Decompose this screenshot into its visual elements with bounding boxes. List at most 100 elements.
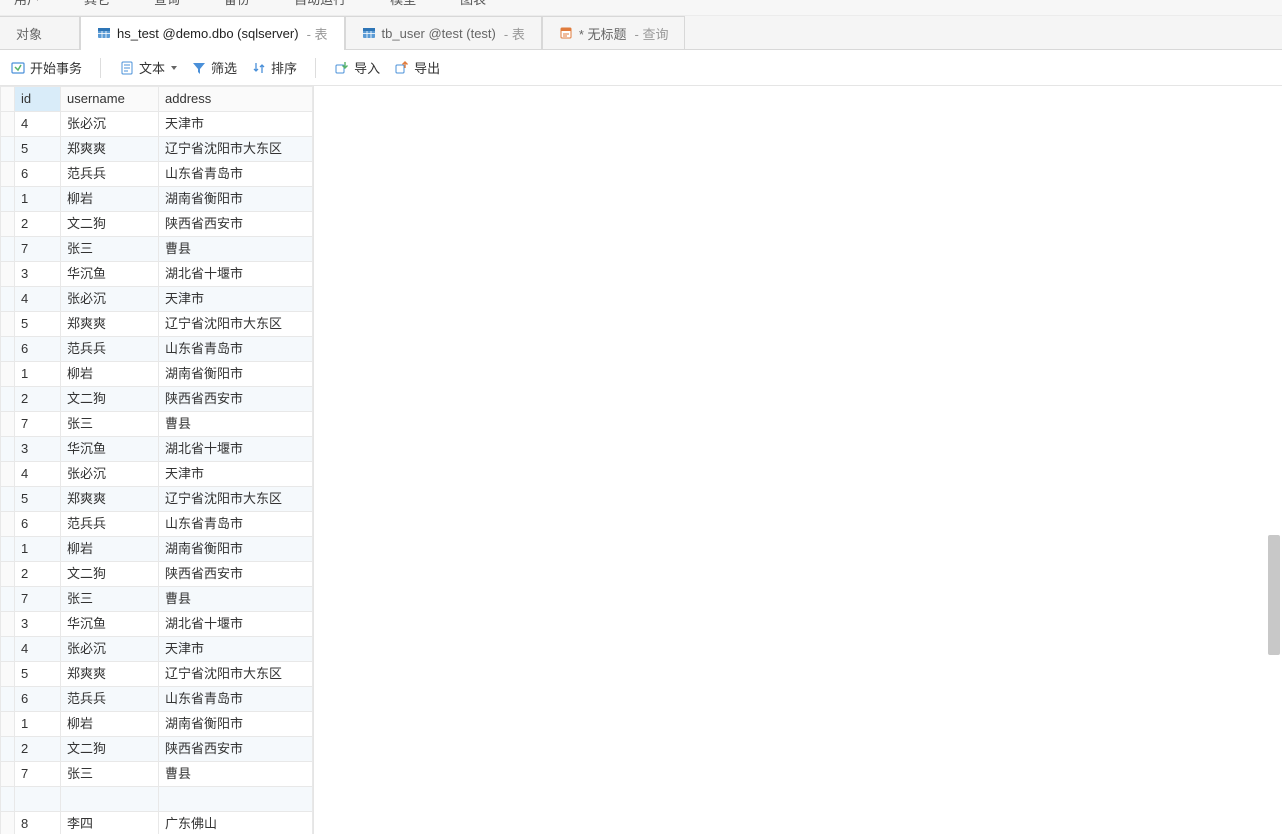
table-row[interactable]: 2文二狗陕西省西安市 xyxy=(1,212,313,237)
column-header-id[interactable]: id xyxy=(15,87,61,112)
cell-id[interactable]: 2 xyxy=(15,387,61,412)
cell-username[interactable]: 文二狗 xyxy=(61,737,159,762)
cell-address[interactable]: 湖南省衡阳市 xyxy=(159,362,313,387)
corner-cell[interactable] xyxy=(1,87,15,112)
table-row[interactable]: 7张三曹县 xyxy=(1,412,313,437)
cell-address[interactable]: 陕西省西安市 xyxy=(159,737,313,762)
cell-address[interactable]: 山东省青岛市 xyxy=(159,512,313,537)
tab-untitled-query[interactable]: * 无标题 - 查询 xyxy=(542,16,686,49)
cell-username[interactable]: 张必沉 xyxy=(61,287,159,312)
cell-id[interactable]: 7 xyxy=(15,412,61,437)
cell-id[interactable]: 5 xyxy=(15,312,61,337)
cell-username[interactable]: 郑爽爽 xyxy=(61,137,159,162)
table-row[interactable]: 4张必沉天津市 xyxy=(1,112,313,137)
table-row[interactable]: 1柳岩湖南省衡阳市 xyxy=(1,362,313,387)
table-row[interactable]: 5郑爽爽辽宁省沈阳市大东区 xyxy=(1,312,313,337)
cell-address[interactable]: 曹县 xyxy=(159,587,313,612)
row-header[interactable] xyxy=(1,537,15,562)
row-header[interactable] xyxy=(1,687,15,712)
row-header[interactable] xyxy=(1,487,15,512)
cell-id[interactable]: 1 xyxy=(15,362,61,387)
cell-username[interactable]: 柳岩 xyxy=(61,537,159,562)
row-header[interactable] xyxy=(1,612,15,637)
cell-address[interactable]: 辽宁省沈阳市大东区 xyxy=(159,137,313,162)
cell-id[interactable]: 6 xyxy=(15,687,61,712)
cell-address[interactable]: 山东省青岛市 xyxy=(159,687,313,712)
row-header[interactable] xyxy=(1,562,15,587)
cell-username[interactable]: 华沉鱼 xyxy=(61,612,159,637)
row-header[interactable] xyxy=(1,112,15,137)
row-header[interactable] xyxy=(1,312,15,337)
row-header[interactable] xyxy=(1,512,15,537)
table-row[interactable]: 2文二狗陕西省西安市 xyxy=(1,387,313,412)
cell-username[interactable]: 李四 xyxy=(61,812,159,834)
row-header[interactable] xyxy=(1,812,15,834)
cell-id[interactable]: 7 xyxy=(15,587,61,612)
row-header[interactable] xyxy=(1,637,15,662)
row-header[interactable] xyxy=(1,237,15,262)
row-header[interactable] xyxy=(1,137,15,162)
table-row[interactable]: 7张三曹县 xyxy=(1,762,313,787)
table-row[interactable]: 2文二狗陕西省西安市 xyxy=(1,737,313,762)
cell-address[interactable]: 辽宁省沈阳市大东区 xyxy=(159,662,313,687)
cell-id[interactable]: 7 xyxy=(15,762,61,787)
cell-id[interactable]: 4 xyxy=(15,112,61,137)
menu-item[interactable]: 备份 xyxy=(216,0,258,6)
row-header[interactable] xyxy=(1,762,15,787)
cell-id[interactable]: 6 xyxy=(15,162,61,187)
cell-address[interactable]: 山东省青岛市 xyxy=(159,162,313,187)
cell-id[interactable]: 4 xyxy=(15,287,61,312)
cell-id[interactable]: 3 xyxy=(15,612,61,637)
row-header[interactable] xyxy=(1,462,15,487)
tab-hs-test[interactable]: hs_test @demo.dbo (sqlserver) - 表 xyxy=(80,16,345,49)
cell-address[interactable]: 湖北省十堰市 xyxy=(159,437,313,462)
cell-id[interactable]: 5 xyxy=(15,137,61,162)
vertical-scrollbar[interactable] xyxy=(1268,86,1280,834)
table-row[interactable]: 6范兵兵山东省青岛市 xyxy=(1,512,313,537)
data-grid[interactable]: id username address 4张必沉天津市5郑爽爽辽宁省沈阳市大东区… xyxy=(0,86,314,834)
cell-username[interactable]: 范兵兵 xyxy=(61,162,159,187)
cell-address[interactable]: 辽宁省沈阳市大东区 xyxy=(159,312,313,337)
cell-address[interactable]: 天津市 xyxy=(159,462,313,487)
cell-id[interactable]: 8 xyxy=(15,812,61,834)
table-row[interactable]: 3华沉鱼湖北省十堰市 xyxy=(1,612,313,637)
table-row[interactable]: 3华沉鱼湖北省十堰市 xyxy=(1,437,313,462)
cell-address[interactable]: 山东省青岛市 xyxy=(159,337,313,362)
cell-address[interactable]: 湖南省衡阳市 xyxy=(159,537,313,562)
cell-username[interactable]: 范兵兵 xyxy=(61,512,159,537)
row-header[interactable] xyxy=(1,437,15,462)
table-row[interactable]: 4张必沉天津市 xyxy=(1,462,313,487)
row-header[interactable] xyxy=(1,262,15,287)
tab-tb-user[interactable]: tb_user @test (test) - 表 xyxy=(345,16,542,49)
cell-id[interactable]: 5 xyxy=(15,487,61,512)
table-row[interactable]: 5郑爽爽辽宁省沈阳市大东区 xyxy=(1,487,313,512)
text-button[interactable]: 文本 xyxy=(119,58,177,77)
row-header[interactable] xyxy=(1,712,15,737)
row-header[interactable] xyxy=(1,212,15,237)
cell-username[interactable]: 文二狗 xyxy=(61,212,159,237)
cell-address[interactable]: 湖北省十堰市 xyxy=(159,262,313,287)
row-header[interactable] xyxy=(1,337,15,362)
cell-address[interactable]: 陕西省西安市 xyxy=(159,562,313,587)
import-button[interactable]: 导入 xyxy=(334,58,380,77)
menu-item[interactable]: 模型 xyxy=(382,0,424,6)
cell-address[interactable]: 湖北省十堰市 xyxy=(159,612,313,637)
menu-item[interactable]: 自动运行 xyxy=(286,0,354,6)
cell-address[interactable]: 曹县 xyxy=(159,412,313,437)
row-header[interactable] xyxy=(1,587,15,612)
scrollbar-thumb[interactable] xyxy=(1268,535,1280,655)
cell-id[interactable]: 6 xyxy=(15,512,61,537)
row-header[interactable] xyxy=(1,187,15,212)
cell-username[interactable]: 柳岩 xyxy=(61,712,159,737)
cell-id[interactable]: 1 xyxy=(15,537,61,562)
table-row[interactable]: 1柳岩湖南省衡阳市 xyxy=(1,537,313,562)
cell-address[interactable]: 湖南省衡阳市 xyxy=(159,187,313,212)
cell-id[interactable]: 3 xyxy=(15,262,61,287)
row-header[interactable] xyxy=(1,162,15,187)
cell-username[interactable]: 文二狗 xyxy=(61,562,159,587)
cell-username[interactable]: 张必沉 xyxy=(61,462,159,487)
cell-address[interactable]: 广东佛山 xyxy=(159,812,313,834)
tab-objects[interactable]: 对象 xyxy=(0,16,80,49)
table-row[interactable]: 6范兵兵山东省青岛市 xyxy=(1,162,313,187)
cell-username[interactable]: 范兵兵 xyxy=(61,687,159,712)
